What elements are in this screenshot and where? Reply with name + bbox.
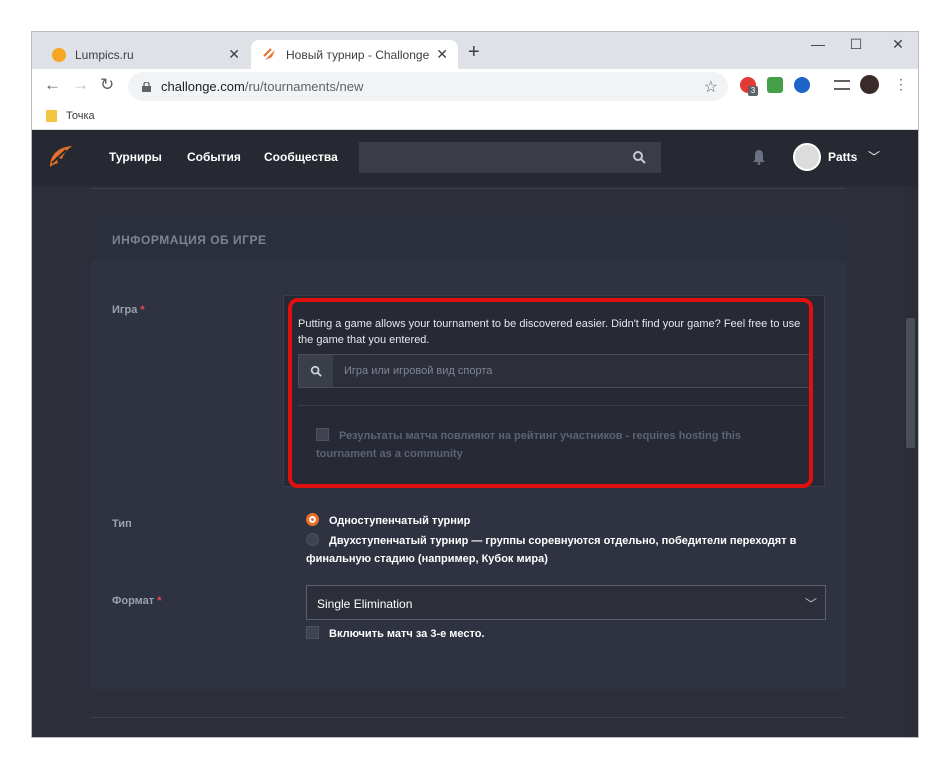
tab-title: Lumpics.ru	[75, 47, 134, 62]
notifications-bell-icon[interactable]	[752, 149, 766, 165]
close-tab-icon[interactable]: ✕	[436, 46, 448, 63]
avatar[interactable]	[793, 143, 821, 171]
type-option-two-stage[interactable]: Двухступенчатый турнир — группы соревную…	[306, 532, 816, 568]
url-host: challonge.com	[161, 79, 245, 94]
tab-title: Новый турнир - Challonge	[286, 47, 430, 62]
media-control-icon[interactable]	[834, 80, 850, 90]
challonge-favicon-icon	[263, 47, 275, 60]
folder-icon	[46, 110, 57, 122]
game-label: Игра *	[112, 304, 145, 316]
browser-window: Lumpics.ru ✕ Новый турнир - Challonge ✕ …	[32, 32, 918, 737]
profile-avatar-icon[interactable]	[860, 75, 879, 94]
format-label: Формат *	[112, 595, 162, 607]
reload-icon[interactable]: ↻	[100, 75, 114, 95]
url-path: /ru/tournaments/new	[244, 79, 364, 94]
type-label: Тип	[112, 518, 132, 530]
game-info-card: ИНФОРМАЦИЯ ОБ ИГРЕ Игра * Putting a game…	[91, 217, 847, 689]
menu-icon[interactable]: ⋮	[894, 76, 908, 93]
close-tab-icon[interactable]: ✕	[228, 46, 240, 63]
lumpics-favicon-icon	[52, 47, 66, 62]
maximize-button[interactable]: ☐	[846, 36, 866, 53]
nav-tournaments[interactable]: Турниры	[109, 150, 162, 164]
username[interactable]: Patts	[828, 150, 857, 164]
bookmarks-bar: Точка	[32, 104, 918, 130]
third-place-checkbox[interactable]	[306, 626, 319, 639]
section-title: ИНФОРМАЦИЯ ОБ ИГРЕ	[112, 233, 267, 247]
third-place-row[interactable]: Включить матч за 3-е место.	[306, 626, 485, 640]
back-icon[interactable]: ←	[44, 75, 61, 95]
minimize-button[interactable]: —	[808, 36, 828, 52]
page-content: Турниры События Сообщества Patts ﹀ ИНФОР…	[32, 130, 918, 737]
tab-lumpics[interactable]: Lumpics.ru ✕	[40, 40, 250, 69]
nav-events[interactable]: События	[187, 150, 241, 164]
search-icon[interactable]	[632, 150, 646, 164]
address-bar[interactable]: challonge.com/ru/tournaments/new ☆	[128, 72, 728, 101]
format-select[interactable]: Single Elimination ﹀	[306, 585, 826, 620]
new-tab-button[interactable]: +	[468, 42, 480, 62]
chevron-down-icon: ﹀	[804, 597, 817, 611]
red-highlight-frame	[288, 298, 813, 488]
browser-toolbar: ← → ↻ challonge.com/ru/tournaments/new ☆…	[32, 69, 918, 104]
chevron-down-icon[interactable]: ﹀	[868, 148, 880, 165]
divider	[90, 717, 846, 718]
extension-music-icon[interactable]	[767, 77, 783, 93]
required-mark: *	[157, 595, 162, 607]
nav-communities[interactable]: Сообщества	[264, 150, 338, 164]
required-mark: *	[140, 304, 145, 316]
type-option-label: Двухступенчатый турнир — группы соревную…	[306, 535, 797, 565]
lock-icon	[142, 81, 151, 92]
bookmark-star-icon[interactable]: ☆	[704, 77, 718, 97]
type-option-single[interactable]: Одноступенчатый турнир	[306, 512, 470, 530]
site-navbar: Турниры События Сообщества Patts ﹀	[32, 130, 918, 186]
bookmark-tochka[interactable]: Точка	[46, 110, 95, 122]
card-header: ИНФОРМАЦИЯ ОБ ИГРЕ	[91, 217, 847, 261]
type-option-label: Одноступенчатый турнир	[329, 515, 471, 527]
tab-challonge[interactable]: Новый турнир - Challonge ✕	[251, 40, 458, 69]
format-selected-value: Single Elimination	[317, 597, 413, 611]
radio-unselected[interactable]	[306, 533, 319, 546]
tab-strip: Lumpics.ru ✕ Новый турнир - Challonge ✕ …	[32, 32, 918, 69]
close-window-button[interactable]: ✕	[888, 36, 908, 53]
scrollbar-thumb[interactable]	[906, 318, 915, 448]
forward-icon[interactable]: →	[72, 75, 89, 95]
extension-badge: 3	[748, 86, 758, 96]
extension-globe-icon[interactable]	[794, 77, 810, 93]
site-search-input[interactable]	[359, 142, 661, 173]
divider	[90, 188, 846, 189]
radio-selected[interactable]	[306, 513, 319, 526]
page-scrollbar[interactable]	[904, 186, 918, 737]
third-place-label: Включить матч за 3-е место.	[329, 628, 485, 640]
challonge-logo-icon[interactable]	[46, 143, 74, 171]
bookmark-label: Точка	[66, 110, 95, 122]
